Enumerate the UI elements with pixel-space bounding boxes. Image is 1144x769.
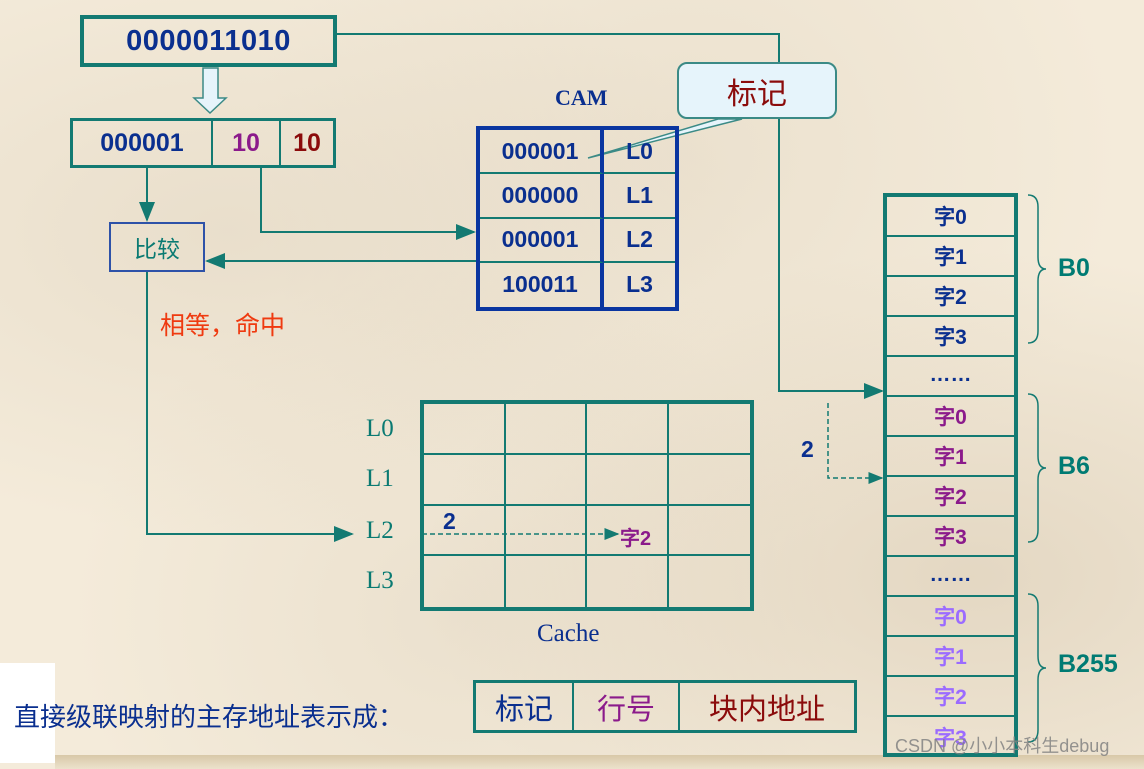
cache-cell: [587, 556, 669, 607]
cam-line: L0: [604, 130, 675, 175]
cache-cell: [505, 454, 587, 506]
memory-word: 字2: [887, 477, 1014, 517]
cache-line-label: L1: [366, 465, 394, 492]
compare-box: 比较: [109, 222, 205, 272]
hit-label: 相等，命中: [160, 312, 286, 340]
memory-offset-label: 2: [801, 436, 814, 462]
cache-line-label: L3: [366, 567, 394, 594]
tag-field: 000001: [73, 121, 213, 165]
cache-cell: [424, 404, 506, 455]
memory-word: 字1: [887, 637, 1014, 677]
cache-line-label: L2: [366, 517, 394, 544]
cache-cell: [505, 404, 587, 455]
main-memory-address: 0000011010: [80, 15, 337, 67]
cache-cell: [669, 556, 751, 607]
memory-word: 字1: [887, 237, 1014, 277]
address-fields: 000001 10 10: [70, 118, 336, 168]
main-memory-column: 字0 字1 字2 字3 …… 字0 字1 字2 字3 …… 字0 字1 字2 字…: [883, 193, 1018, 757]
cache-cell: [424, 454, 506, 506]
memory-ellipsis: ……: [887, 557, 1014, 597]
cam-table: 000001 L0 000000 L1 000001 L2 100011 L3: [476, 126, 679, 311]
block-label-b255: B255: [1058, 650, 1118, 678]
tag-callout: 标记: [677, 62, 837, 119]
block-label-b0: B0: [1058, 254, 1090, 282]
cam-tag: 000000: [480, 174, 604, 219]
block-label-b6: B6: [1058, 452, 1090, 480]
cache-cell: [587, 404, 669, 455]
address-format-box: 标记 行号 块内地址: [473, 680, 857, 733]
cache-cell: [506, 556, 587, 607]
cache-cell: [424, 556, 506, 607]
cam-line: L2: [604, 219, 675, 263]
cache-cell: [668, 506, 750, 557]
memory-ellipsis: ……: [887, 357, 1014, 397]
brace-b255: [1027, 593, 1047, 743]
cache-cell: [587, 454, 669, 506]
cache-cell: [424, 505, 506, 557]
cache-cell: [668, 404, 750, 455]
memory-word: 字0: [887, 197, 1014, 237]
cam-tag: 000001: [480, 130, 604, 175]
brace-b6: [1027, 393, 1047, 543]
memory-word: 字2: [887, 277, 1014, 317]
cam-title: CAM: [555, 85, 608, 110]
offset-field: 10: [293, 128, 321, 157]
split-arrow: [192, 67, 228, 115]
cache-offset-label: 2: [443, 508, 456, 534]
memory-word: 字1: [887, 437, 1014, 477]
cam-line: L3: [626, 271, 653, 298]
memory-word: 字3: [887, 517, 1014, 557]
format-line: 行号: [574, 683, 680, 730]
cam-line: L1: [604, 174, 675, 219]
memory-word: 字3: [887, 317, 1014, 357]
cache-title: Cache: [537, 620, 600, 647]
line-field: 10: [213, 121, 281, 165]
cam-tag: 000001: [480, 218, 604, 263]
format-offset: 块内地址: [708, 693, 825, 726]
cache-line-label: L0: [366, 415, 394, 442]
memory-word: 字0: [887, 397, 1014, 437]
memory-offset-dashed: [827, 403, 884, 484]
memory-word: 字0: [887, 597, 1014, 637]
cam-tag: 100011: [480, 262, 604, 307]
cache-cell: [668, 455, 750, 506]
format-caption: 直接级联映射的主存地址表示成：: [14, 702, 405, 732]
line-to-cam-line: [260, 168, 476, 240]
watermark: CSDN @小小本科生debug: [895, 736, 1110, 756]
cache-cell: [505, 505, 587, 557]
format-tag: 标记: [476, 683, 574, 730]
cache-grid: [420, 400, 754, 611]
brace-b0: [1027, 194, 1047, 344]
memory-word: 字2: [887, 677, 1014, 717]
cache-word-label: 字2: [620, 528, 652, 550]
